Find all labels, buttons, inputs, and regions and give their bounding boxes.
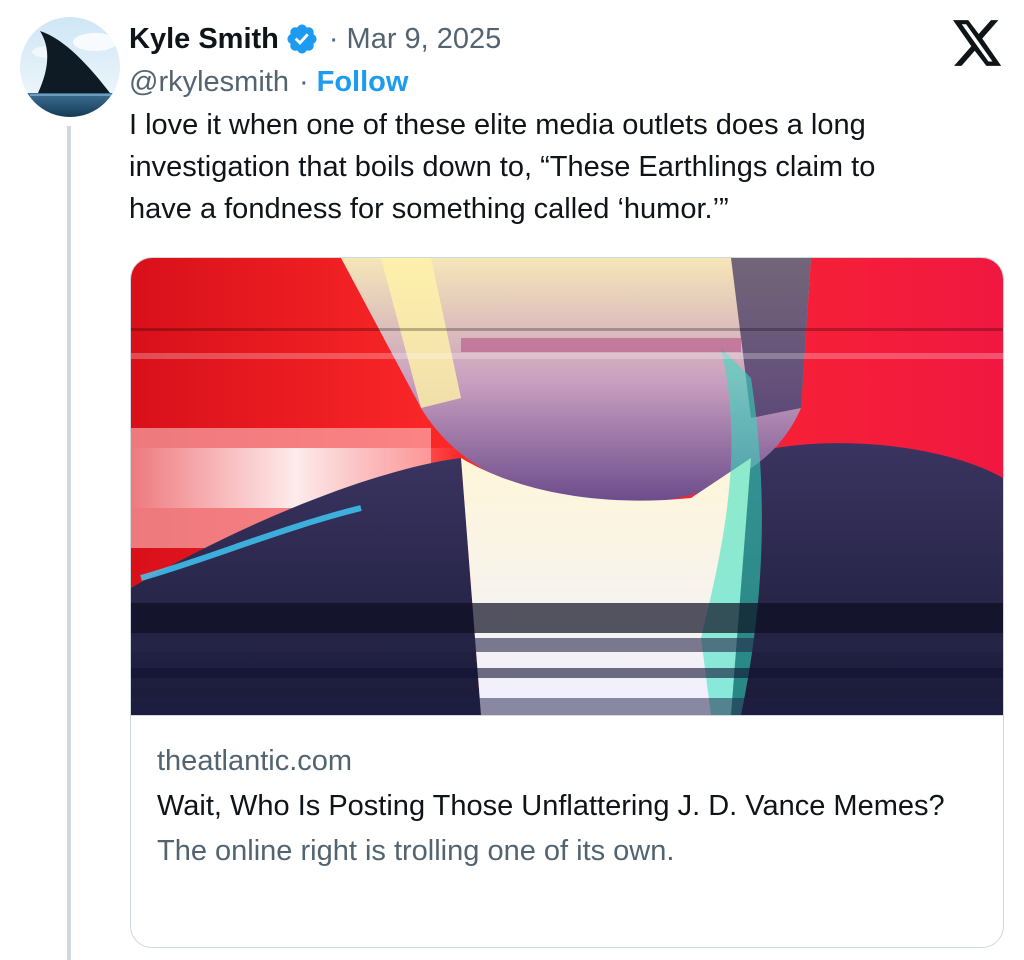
follow-button[interactable]: Follow bbox=[317, 66, 409, 99]
tweet-date[interactable]: Mar 9, 2025 bbox=[347, 23, 502, 56]
card-image bbox=[131, 258, 1003, 716]
card-description: The online right is trolling one of its … bbox=[157, 835, 675, 867]
author-handle[interactable]: @rkylesmith bbox=[129, 66, 289, 99]
x-logo-icon[interactable] bbox=[953, 20, 1003, 66]
verified-badge-icon bbox=[285, 22, 319, 56]
tweet-embed: Kyle Smith · Mar 9, 2025 @rkylesmith · F… bbox=[0, 0, 1024, 960]
shark-fin-avatar-image bbox=[20, 17, 120, 117]
tweet-text-line: investigation that boils down to, “These… bbox=[129, 151, 876, 183]
handle-row: @rkylesmith · Follow bbox=[129, 62, 408, 102]
thread-line bbox=[67, 126, 71, 960]
avatar[interactable] bbox=[20, 17, 120, 117]
tweet-header: Kyle Smith · Mar 9, 2025 bbox=[129, 18, 501, 60]
tweet-text-line: I love it when one of these elite media … bbox=[129, 109, 866, 141]
card-title[interactable]: Wait, Who Is Posting Those Unflattering … bbox=[157, 784, 987, 828]
tweet-text: I love it when one of these elite media … bbox=[129, 104, 989, 230]
header-separator: · bbox=[328, 22, 339, 55]
card-body: theatlantic.com Wait, Who Is Posting Tho… bbox=[157, 740, 987, 872]
handle-separator: · bbox=[298, 65, 309, 98]
card-domain[interactable]: theatlantic.com bbox=[157, 740, 987, 782]
author-name[interactable]: Kyle Smith bbox=[129, 23, 279, 56]
link-preview-card[interactable]: theatlantic.com Wait, Who Is Posting Tho… bbox=[130, 257, 1004, 948]
tweet-text-line: have a fondness for something called ‘hu… bbox=[129, 193, 729, 225]
